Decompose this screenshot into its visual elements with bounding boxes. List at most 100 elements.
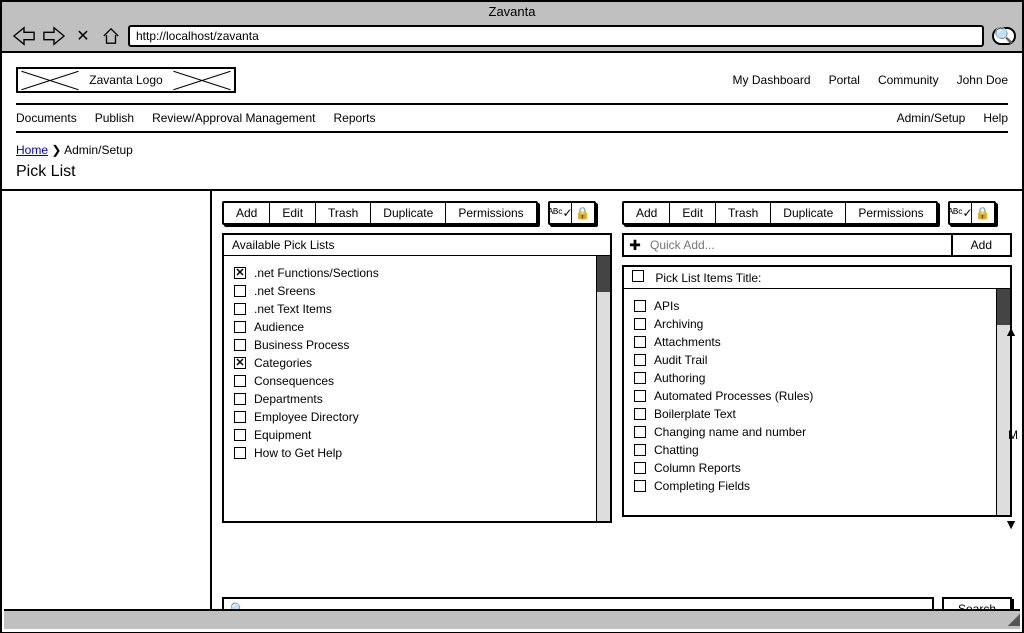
- list-item[interactable]: Column Reports: [634, 459, 986, 477]
- menu-admin[interactable]: Admin/Setup: [897, 111, 966, 125]
- nav-portal[interactable]: Portal: [829, 73, 860, 87]
- resize-label: M: [1008, 428, 1018, 442]
- nav-dashboard[interactable]: My Dashboard: [733, 73, 811, 87]
- checkbox[interactable]: [634, 390, 646, 402]
- checkbox[interactable]: [634, 300, 646, 312]
- list-item[interactable]: Departments: [234, 390, 586, 408]
- permissions-button[interactable]: Permissions: [446, 203, 535, 223]
- breadcrumb-home[interactable]: Home: [16, 143, 48, 157]
- list-item[interactable]: Changing name and number: [634, 423, 986, 441]
- list-item-label: Business Process: [254, 338, 349, 352]
- checkbox[interactable]: [634, 444, 646, 456]
- edit-button-right[interactable]: Edit: [670, 203, 716, 223]
- checkbox[interactable]: [234, 303, 246, 315]
- breadcrumb-current: Admin/Setup: [64, 143, 133, 157]
- available-list: .net Functions/Sections.net Sreens.net T…: [224, 256, 596, 521]
- list-item[interactable]: Chatting: [634, 441, 986, 459]
- list-item[interactable]: How to Get Help: [234, 444, 586, 462]
- spellcheck-icon[interactable]: ᴬᴮᶜ✓: [550, 203, 572, 223]
- url-input-container[interactable]: [128, 25, 984, 47]
- list-item[interactable]: Categories: [234, 354, 586, 372]
- status-bar: [4, 609, 1020, 629]
- menu-reports[interactable]: Reports: [333, 111, 375, 125]
- list-item[interactable]: Attachments: [634, 333, 986, 351]
- checkbox[interactable]: [634, 408, 646, 420]
- edit-button[interactable]: Edit: [270, 203, 316, 223]
- list-item[interactable]: Business Process: [234, 336, 586, 354]
- nav-community[interactable]: Community: [878, 73, 939, 87]
- duplicate-button[interactable]: Duplicate: [371, 203, 446, 223]
- logo[interactable]: Zavanta Logo: [16, 67, 236, 93]
- checkbox[interactable]: [634, 336, 646, 348]
- add-button-right[interactable]: Add: [624, 203, 670, 223]
- list-item-label: Categories: [254, 356, 312, 370]
- menu-bar: Documents Publish Review/Approval Manage…: [16, 105, 1008, 133]
- list-item-label: Audience: [254, 320, 304, 334]
- add-button[interactable]: Add: [224, 203, 270, 223]
- left-icon-pair: ᴬᴮᶜ✓ 🔒: [548, 201, 596, 225]
- list-item-label: Departments: [254, 392, 323, 406]
- lock-icon-right[interactable]: 🔒: [972, 203, 994, 223]
- checkbox[interactable]: [634, 372, 646, 384]
- list-item[interactable]: .net Sreens: [234, 282, 586, 300]
- quick-add-input[interactable]: [646, 235, 951, 255]
- checkbox[interactable]: [234, 375, 246, 387]
- checkbox[interactable]: [234, 339, 246, 351]
- available-scrollbar[interactable]: [596, 256, 610, 521]
- checkbox[interactable]: [234, 411, 246, 423]
- select-all-checkbox[interactable]: [632, 270, 644, 282]
- logo-text: Zavanta Logo: [89, 73, 162, 87]
- home-icon[interactable]: [100, 25, 122, 47]
- list-item[interactable]: Consequences: [234, 372, 586, 390]
- checkbox[interactable]: [234, 357, 246, 369]
- checkbox[interactable]: [634, 480, 646, 492]
- checkbox[interactable]: [234, 321, 246, 333]
- duplicate-button-right[interactable]: Duplicate: [771, 203, 846, 223]
- list-item[interactable]: Equipment: [234, 426, 586, 444]
- list-item[interactable]: Completing Fields: [634, 477, 986, 495]
- nav-user[interactable]: John Doe: [957, 73, 1008, 87]
- list-item[interactable]: Audit Trail: [634, 351, 986, 369]
- menu-publish[interactable]: Publish: [95, 111, 134, 125]
- list-item[interactable]: Employee Directory: [234, 408, 586, 426]
- quick-add-button[interactable]: Add: [951, 235, 1010, 255]
- forward-icon[interactable]: [42, 25, 66, 47]
- url-input[interactable]: [136, 29, 976, 43]
- list-item[interactable]: APIs: [634, 297, 986, 315]
- search-icon[interactable]: 🔍: [990, 25, 1012, 47]
- stop-icon[interactable]: ✕: [72, 25, 94, 47]
- lock-icon[interactable]: 🔒: [572, 203, 594, 223]
- list-item[interactable]: Boilerplate Text: [634, 405, 986, 423]
- window-resize-handle[interactable]: ◢: [1008, 609, 1020, 629]
- list-item[interactable]: .net Text Items: [234, 300, 586, 318]
- list-item[interactable]: Audience: [234, 318, 586, 336]
- menu-help[interactable]: Help: [983, 111, 1008, 125]
- checkbox[interactable]: [234, 267, 246, 279]
- list-item[interactable]: Archiving: [634, 315, 986, 333]
- spellcheck-icon-right[interactable]: ᴬᴮᶜ✓: [950, 203, 972, 223]
- list-item[interactable]: Authoring: [634, 369, 986, 387]
- list-item-label: Audit Trail: [654, 353, 707, 367]
- checkbox[interactable]: [634, 426, 646, 438]
- checkbox[interactable]: [234, 447, 246, 459]
- list-item-label: Employee Directory: [254, 410, 359, 424]
- list-item[interactable]: Automated Processes (Rules): [634, 387, 986, 405]
- checkbox[interactable]: [634, 462, 646, 474]
- checkbox[interactable]: [634, 354, 646, 366]
- checkbox[interactable]: [234, 393, 246, 405]
- vertical-resize-handle[interactable]: ▲ M ▼: [1004, 323, 1018, 532]
- permissions-button-right[interactable]: Permissions: [846, 203, 935, 223]
- checkbox[interactable]: [634, 318, 646, 330]
- back-icon[interactable]: [12, 25, 36, 47]
- left-sidebar: [2, 191, 212, 621]
- trash-button[interactable]: Trash: [316, 203, 371, 223]
- list-item-label: Changing name and number: [654, 425, 806, 439]
- picklist-items-panel: Add Edit Trash Duplicate Permissions ᴬᴮᶜ…: [622, 201, 1012, 523]
- list-item[interactable]: .net Functions/Sections: [234, 264, 586, 282]
- trash-button-right[interactable]: Trash: [716, 203, 771, 223]
- menu-review[interactable]: Review/Approval Management: [152, 111, 315, 125]
- checkbox[interactable]: [234, 429, 246, 441]
- menu-documents[interactable]: Documents: [16, 111, 77, 125]
- plus-icon: ✚: [624, 235, 646, 255]
- checkbox[interactable]: [234, 285, 246, 297]
